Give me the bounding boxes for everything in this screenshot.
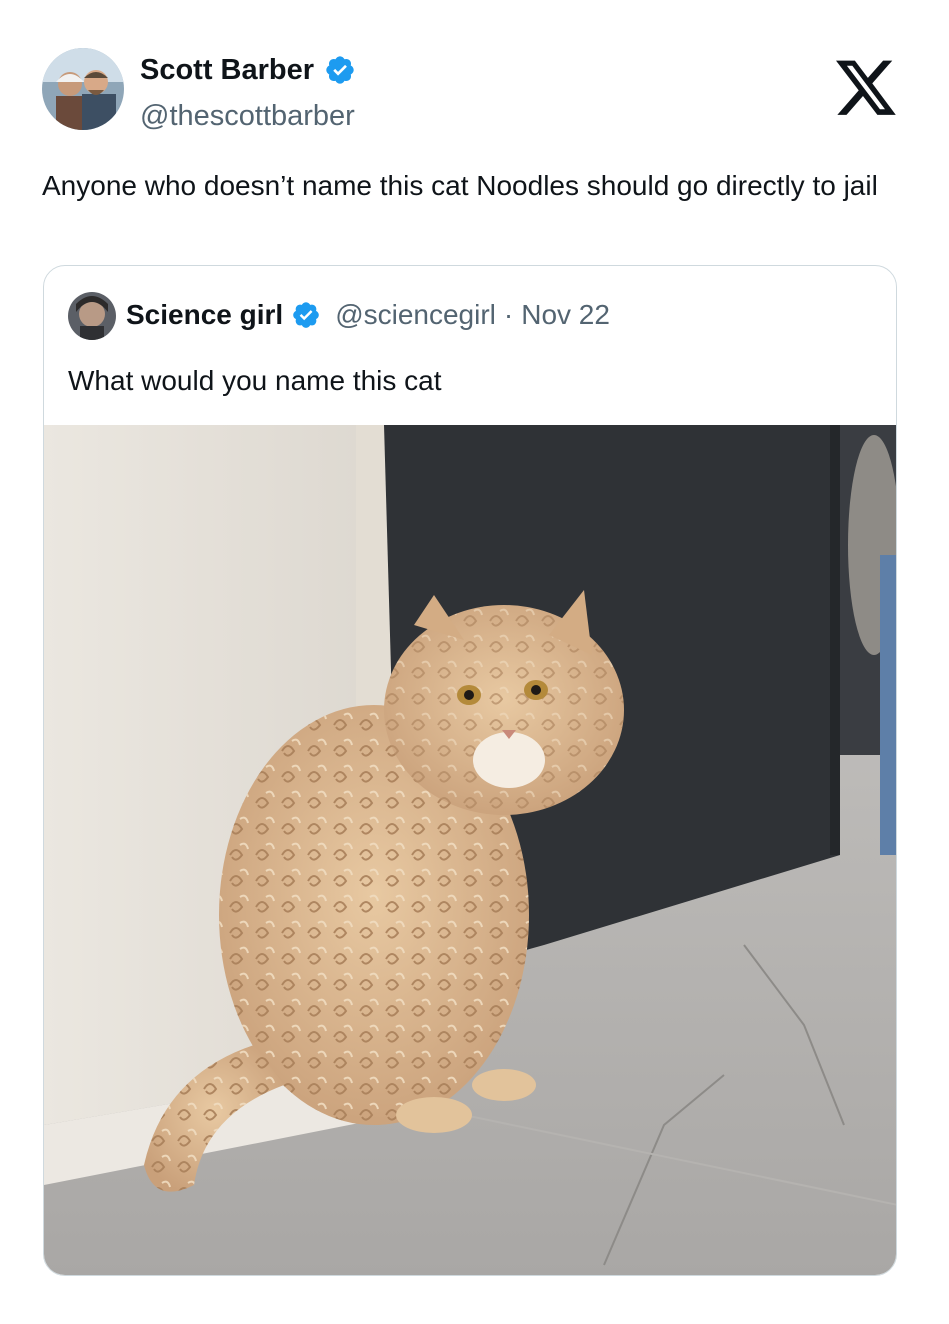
avatar-image [42, 48, 124, 130]
tweet-text: Anyone who doesn’t name this cat Noodles… [42, 170, 878, 201]
tweet-card: Scott Barber @thescottbarber Anyone who … [0, 0, 949, 1324]
quoted-author-avatar[interactable] [68, 292, 116, 340]
author-handle[interactable]: @thescottbarber [140, 98, 355, 134]
author-name-row: Scott Barber [140, 52, 356, 88]
verified-badge-icon [326, 56, 354, 84]
cat-photo-image [44, 425, 896, 1275]
quoted-avatar-image [68, 292, 116, 340]
quoted-author-name[interactable]: Science girl [126, 299, 283, 331]
author-avatar[interactable] [42, 48, 124, 130]
quoted-tweet-text: What would you name this cat [68, 365, 442, 396]
quoted-media-photo[interactable] [44, 425, 896, 1275]
author-name[interactable]: Scott Barber [140, 52, 314, 88]
quoted-header: Science girl @sciencegirl · Nov 22 [126, 299, 610, 331]
x-logo-icon[interactable] [836, 60, 898, 118]
quoted-date[interactable]: Nov 22 [521, 299, 610, 331]
quoted-author-handle[interactable]: @sciencegirl [335, 299, 496, 331]
separator-dot: · [503, 299, 514, 330]
verified-badge-icon [293, 302, 319, 328]
quoted-tweet[interactable]: Science girl @sciencegirl · Nov 22 What … [43, 265, 897, 1276]
